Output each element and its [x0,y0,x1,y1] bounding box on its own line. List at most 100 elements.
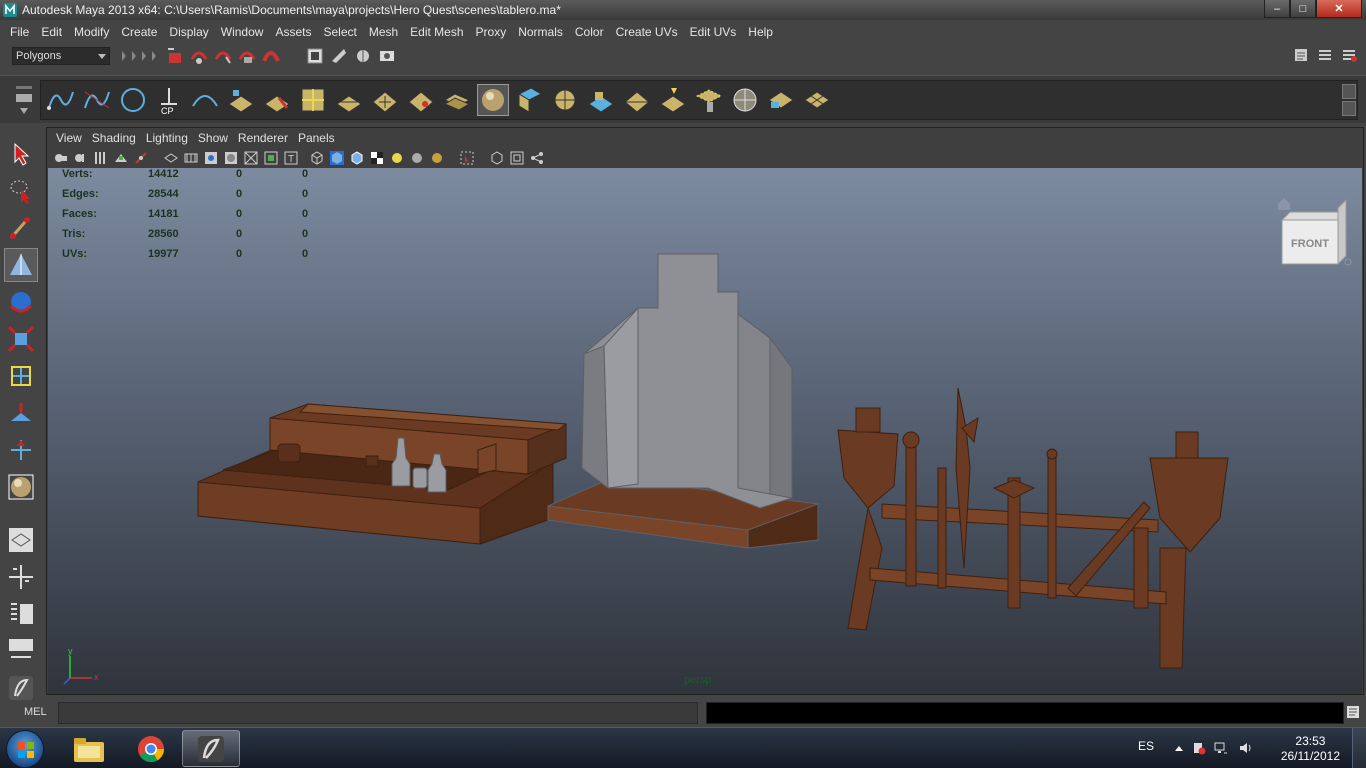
panel-menu-show[interactable]: Show [193,131,233,145]
cv-curve-tool-icon[interactable] [45,84,77,116]
shelf-scroll-up[interactable] [1342,84,1356,99]
film-gate-icon[interactable] [183,150,199,166]
collapse-arrows-icon[interactable] [118,45,162,67]
move-tool-button[interactable] [4,248,38,282]
uv-cylindrical-icon[interactable] [585,84,617,116]
grid-toggle-icon[interactable] [163,150,179,166]
smooth-icon[interactable] [369,84,401,116]
single-perspective-layout-button[interactable] [4,523,38,557]
outliner-layout-button[interactable] [4,597,38,631]
taskbar-maya[interactable] [182,730,240,767]
show-manipulator-button[interactable] [4,433,38,467]
language-indicator[interactable]: ES [1138,739,1154,753]
menu-window[interactable]: Window [215,25,270,39]
xray-icon[interactable] [489,150,505,166]
hypershade-layout-button[interactable] [4,634,38,668]
mel-command-input[interactable] [58,702,698,724]
use-all-lights-icon[interactable] [389,150,405,166]
attribute-editor-icon[interactable] [1292,46,1310,64]
select-object-icon[interactable] [188,45,210,67]
menu-color[interactable]: Color [569,25,610,39]
select-hierarchy-icon[interactable] [164,45,186,67]
menu-assets[interactable]: Assets [269,25,317,39]
poly-plane-icon[interactable] [225,84,257,116]
bridge-icon[interactable] [441,84,473,116]
ep-curve-tool-icon[interactable] [81,84,113,116]
menu-proxy[interactable]: Proxy [470,25,513,39]
maximize-button[interactable]: □ [1290,0,1316,18]
volume-icon[interactable] [1238,741,1252,755]
uv-texture-editor-icon[interactable] [765,84,797,116]
mel-language-toggle[interactable]: MEL [24,706,47,718]
shelf-scroll-down[interactable] [1342,101,1356,116]
menu-file[interactable]: File [4,25,35,39]
safe-title-icon[interactable]: T [283,150,299,166]
universal-manipulator-button[interactable] [4,359,38,393]
image-plane-icon[interactable] [113,150,129,166]
taskbar-explorer[interactable] [60,730,118,767]
taskbar-chrome[interactable] [122,730,180,767]
uv-select-icon[interactable] [693,84,725,116]
panel-menu-shading[interactable]: Shading [87,131,141,145]
split-polygon-icon[interactable] [297,84,329,116]
start-button[interactable] [6,730,44,768]
extrude-icon[interactable] [261,84,293,116]
action-center-icon[interactable] [1192,741,1206,755]
wireframe-on-shaded-icon[interactable] [349,150,365,166]
ambient-occlusion-icon[interactable] [429,150,445,166]
menu-set-dropdown[interactable]: Polygons [12,47,110,65]
scale-tool-button[interactable] [4,322,38,356]
wireframe-icon[interactable] [309,150,325,166]
clock[interactable]: 23:53 26/11/2012 [1281,734,1340,764]
menu-edit[interactable]: Edit [35,25,68,39]
uv-spherical-icon[interactable] [549,84,581,116]
shading-sphere-button[interactable] [477,84,509,116]
menu-edit-uvs[interactable]: Edit UVs [684,25,743,39]
merge-icon[interactable] [333,84,365,116]
xray-components-icon[interactable] [529,150,545,166]
four-view-layout-button[interactable] [4,560,38,594]
rotate-tool-button[interactable] [4,285,38,319]
gate-mask-icon[interactable] [223,150,239,166]
menu-help[interactable]: Help [742,25,779,39]
tool-settings-icon[interactable] [1316,46,1334,64]
minimize-button[interactable]: – [1264,0,1290,18]
panel-menu-renderer[interactable]: Renderer [233,131,293,145]
paint-select-tool-button[interactable] [4,211,38,245]
uv-grid-icon[interactable] [801,84,833,116]
view-cube[interactable]: FRONT [1276,190,1352,266]
sphere-uv-button[interactable] [729,84,761,116]
home-icon[interactable] [1278,198,1290,210]
render-settings-icon[interactable] [304,45,326,67]
ipr-render-icon[interactable] [352,45,374,67]
smooth-shade-icon[interactable] [329,150,345,166]
panel-menu-view[interactable]: View [51,131,87,145]
bezier-curve-icon[interactable] [189,84,221,116]
uv-layout-icon[interactable] [657,84,689,116]
circle-icon[interactable] [117,84,149,116]
menu-modify[interactable]: Modify [68,25,115,39]
last-tool-button[interactable] [4,470,38,504]
menu-display[interactable]: Display [163,25,214,39]
resolution-gate-icon[interactable] [203,150,219,166]
menu-select[interactable]: Select [317,25,362,39]
bookmarks-icon[interactable] [93,150,109,166]
safe-action-icon[interactable] [263,150,279,166]
camera-attributes-icon[interactable] [73,150,89,166]
soft-modification-button[interactable] [4,396,38,430]
menu-normals[interactable]: Normals [512,25,569,39]
snap-curve-icon[interactable] [260,45,282,67]
shelf-menu-icon[interactable] [14,84,34,118]
menu-create-uvs[interactable]: Create UVs [610,25,684,39]
menu-create[interactable]: Create [115,25,163,39]
render-view-icon[interactable] [328,45,350,67]
network-icon[interactable] [1214,741,1228,755]
shadows-icon[interactable] [409,150,425,166]
channel-box-icon[interactable] [1340,46,1358,64]
maya-help-button[interactable] [4,671,38,705]
center-pivot-icon[interactable]: CP [153,84,185,116]
bevel-icon[interactable] [405,84,437,116]
menu-edit-mesh[interactable]: Edit Mesh [404,25,469,39]
select-component-icon[interactable] [212,45,234,67]
close-button[interactable]: ✕ [1316,0,1362,18]
